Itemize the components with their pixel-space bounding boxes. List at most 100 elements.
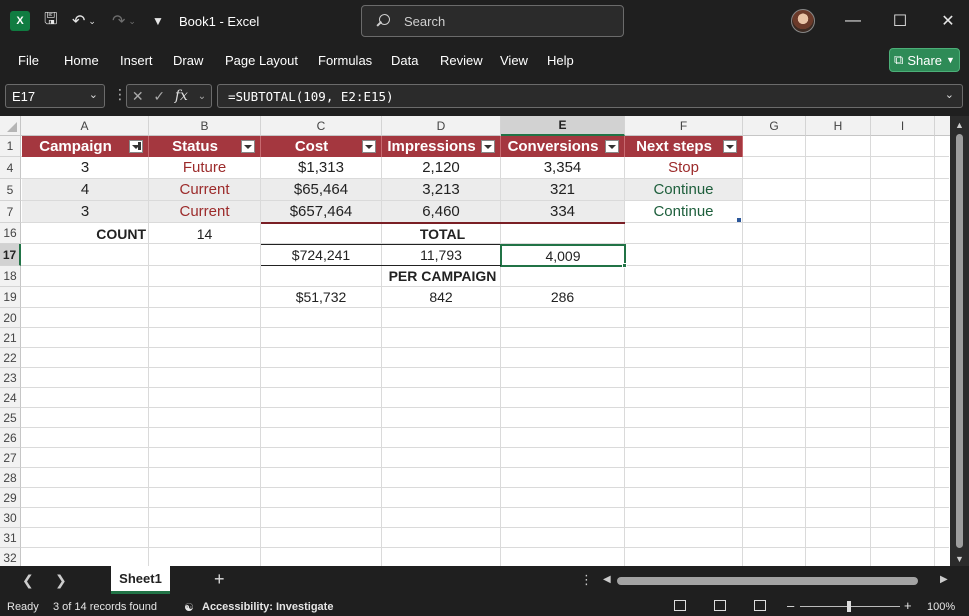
zoom-in-icon[interactable]: + (904, 598, 912, 613)
menu-draw[interactable]: Draw (173, 53, 203, 68)
cell-d7[interactable]: 6,460 (382, 201, 500, 222)
cell-e19[interactable]: 286 (501, 287, 624, 307)
filter-dropdown-icon[interactable] (362, 140, 376, 153)
accessibility-status[interactable]: Accessibility: Investigate (202, 601, 333, 613)
enter-icon[interactable]: ✓ (153, 88, 165, 105)
row-header[interactable]: 4 (0, 157, 21, 179)
more-options-icon[interactable]: ⋮ (580, 572, 593, 588)
accessibility-icon[interactable]: ☯ (184, 601, 194, 614)
row-header[interactable]: 25 (0, 408, 21, 428)
column-header-c[interactable]: C (261, 116, 382, 136)
cell-f7[interactable]: Continue (625, 201, 742, 222)
cell-c5[interactable]: $65,464 (261, 179, 381, 200)
column-header-a[interactable]: A (21, 116, 149, 136)
spreadsheet-grid[interactable]: A B C D E F G H I 1 4 5 7 16 17 18 19 20… (0, 116, 969, 566)
tab-sheet1[interactable]: Sheet1 (111, 566, 170, 594)
table-resize-handle[interactable] (737, 218, 741, 222)
row-header[interactable]: 24 (0, 388, 21, 408)
menu-insert[interactable]: Insert (120, 53, 153, 68)
cell-a5[interactable]: 4 (22, 179, 148, 200)
scroll-left-icon[interactable]: ◀ (603, 574, 611, 585)
menu-data[interactable]: Data (391, 53, 418, 68)
row-header[interactable]: 7 (0, 201, 21, 223)
row-header[interactable]: 16 (0, 223, 21, 244)
cell-e17-selected[interactable]: 4,009 (500, 244, 626, 267)
row-header[interactable]: 17 (0, 244, 21, 266)
scroll-up-icon[interactable]: ▲ (955, 120, 964, 130)
cell-b16[interactable]: 14 (149, 224, 260, 243)
filter-dropdown-icon[interactable] (241, 140, 255, 153)
cell-a4[interactable]: 3 (22, 157, 148, 178)
name-box[interactable]: E17 ⌄ (5, 84, 105, 108)
cancel-icon[interactable]: ✕ (132, 88, 144, 105)
cell-d4[interactable]: 2,120 (382, 157, 500, 178)
page-layout-view-icon[interactable] (714, 600, 726, 611)
prev-sheet-icon[interactable]: ❮ (22, 572, 34, 589)
add-sheet-icon[interactable]: + (214, 569, 225, 590)
filter-dropdown-icon[interactable] (723, 140, 737, 153)
horizontal-scroll-thumb[interactable] (617, 577, 918, 585)
insert-function-icon[interactable]: fx (175, 88, 188, 104)
row-header[interactable]: 20 (0, 308, 21, 328)
page-break-view-icon[interactable] (754, 600, 766, 611)
formula-input[interactable]: =SUBTOTAL(109, E2:E15) ⌄ (217, 84, 963, 108)
menu-review[interactable]: Review (440, 53, 483, 68)
menu-view[interactable]: View (500, 53, 528, 68)
maximize-button[interactable]: ☐ (885, 8, 915, 34)
cell-b4[interactable]: Future (149, 157, 260, 178)
cell-a16[interactable]: COUNT (22, 224, 148, 243)
chevron-down-icon[interactable]: ⌄ (198, 91, 206, 102)
row-header[interactable]: 32 (0, 548, 21, 566)
scroll-down-icon[interactable]: ▼ (955, 554, 964, 564)
column-header-i[interactable]: I (871, 116, 935, 136)
row-header[interactable]: 29 (0, 488, 21, 508)
expand-formula-icon[interactable]: ⌄ (945, 88, 954, 101)
cell-d19[interactable]: 842 (382, 287, 500, 307)
cell-f5[interactable]: Continue (625, 179, 742, 200)
menu-file[interactable]: File (18, 53, 39, 68)
vertical-scroll-thumb[interactable] (956, 134, 963, 548)
filter-dropdown-icon[interactable] (481, 140, 495, 153)
zoom-level[interactable]: 100% (927, 601, 955, 613)
cell-c4[interactable]: $1,313 (261, 157, 381, 178)
column-header-b[interactable]: B (149, 116, 261, 136)
cell-c19[interactable]: $51,732 (261, 287, 381, 307)
cell-f4[interactable]: Stop (625, 157, 742, 178)
save-icon[interactable]: 🖫 (44, 11, 58, 31)
row-header[interactable]: 28 (0, 468, 21, 488)
column-header-d[interactable]: D (382, 116, 501, 136)
filter-dropdown-icon[interactable] (605, 140, 619, 153)
row-header[interactable]: 1 (0, 136, 21, 157)
column-header-f[interactable]: F (625, 116, 743, 136)
cell-a7[interactable]: 3 (22, 201, 148, 222)
more-options-icon[interactable]: ⋮ (113, 86, 127, 103)
minimize-button[interactable]: — (838, 8, 868, 34)
cell-d17[interactable]: 11,793 (382, 245, 500, 265)
search-input[interactable] (404, 13, 604, 29)
row-header[interactable]: 26 (0, 428, 21, 448)
menu-formulas[interactable]: Formulas (318, 53, 372, 68)
row-header[interactable]: 23 (0, 368, 21, 388)
cell-e5[interactable]: 321 (501, 179, 624, 200)
menu-page-layout[interactable]: Page Layout (225, 53, 298, 68)
row-header[interactable]: 27 (0, 448, 21, 468)
filter-dropdown-icon[interactable] (129, 140, 143, 153)
row-header[interactable]: 18 (0, 266, 21, 287)
select-all-button[interactable] (0, 116, 21, 136)
redo-icon[interactable]: ↷ ⌄ (112, 11, 136, 31)
row-header[interactable]: 30 (0, 508, 21, 528)
search-box[interactable] (361, 5, 624, 37)
cell-per-campaign-label[interactable]: PER CAMPAIGN (261, 266, 624, 286)
zoom-slider-knob[interactable] (847, 601, 851, 612)
next-sheet-icon[interactable]: ❯ (55, 572, 67, 589)
avatar[interactable] (791, 9, 815, 33)
scroll-right-icon[interactable]: ▶ (940, 574, 948, 585)
normal-view-icon[interactable] (674, 600, 686, 611)
row-header[interactable]: 21 (0, 328, 21, 348)
cell-e4[interactable]: 3,354 (501, 157, 624, 178)
zoom-out-icon[interactable]: – (787, 598, 794, 613)
cell-total-label[interactable]: TOTAL (261, 224, 624, 243)
row-header[interactable]: 19 (0, 287, 21, 308)
share-button[interactable]: ⧉ Share ▼ (889, 48, 960, 72)
row-header[interactable]: 22 (0, 348, 21, 368)
